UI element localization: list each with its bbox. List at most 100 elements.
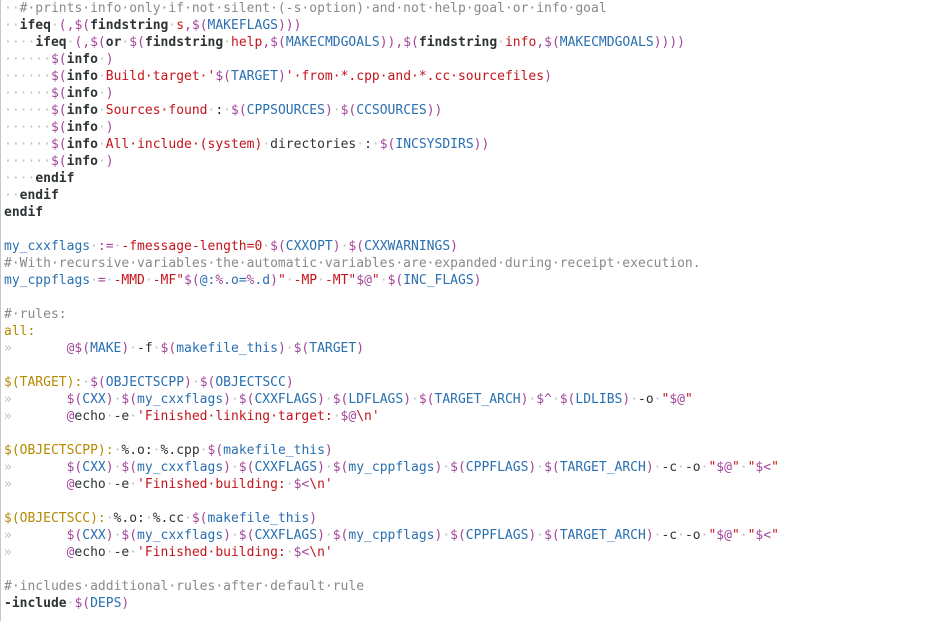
code-line[interactable]: ​	[4, 561, 938, 578]
variable-delimiter: %	[215, 273, 224, 288]
code-line[interactable]: $(TARGET):·$(OBJECTSCPP)·$(OBJECTSCC)	[4, 374, 938, 391]
code-line[interactable]: » @echo·-e·'Finished·linking·target:·$@\n…	[4, 408, 938, 425]
whitespace-marker: ··	[4, 1, 20, 16]
code-line[interactable]: #·includes·additional·rules·after·defaul…	[4, 578, 938, 595]
variable-name: INCSYSDIRS	[395, 137, 474, 152]
whitespace-marker: ·	[285, 477, 294, 492]
variable-delimiter: $(	[121, 528, 138, 543]
code-line[interactable]: ······$(info·)	[4, 119, 938, 136]
code-line[interactable]: ····ifeq·(,$(or·$(findstring·help,$(MAKE…	[4, 34, 938, 51]
code-line[interactable]: ······$(info·Build·target·'$(TARGET)'·fr…	[4, 68, 938, 85]
rule-target: $(TARGET):	[4, 375, 83, 390]
variable-name: CXX	[82, 460, 106, 475]
code-line[interactable]: endif	[4, 204, 938, 221]
function-name: info	[66, 103, 98, 118]
variable-delimiter: )	[105, 120, 114, 135]
code-line[interactable]: $(OBJECTSCC):·%.o:·%.cc·$(makefile_this)	[4, 510, 938, 527]
variable-delimiter: $(	[121, 460, 138, 475]
whitespace-marker: ······	[4, 86, 51, 101]
variable-delimiter: $(	[215, 69, 231, 84]
code-line[interactable]: ······$(info·All·include·(system)·direct…	[4, 136, 938, 153]
variable-delimiter: ,$(	[262, 35, 286, 50]
code-line[interactable]: my_cppflags·=·-MMD·-MF"$(@:%.o=%.d)"·-MP…	[4, 272, 938, 289]
code-line[interactable]: $(OBJECTSCPP):·%.o:·%.cpp·$(makefile_thi…	[4, 442, 938, 459]
variable-delimiter: $<	[755, 460, 772, 475]
whitespace-marker: ·	[97, 52, 106, 67]
string-literal: All·include·(system)	[105, 137, 263, 152]
code-line[interactable]: ​	[4, 493, 938, 510]
code-line[interactable]: -include·$(DEPS)	[4, 595, 938, 612]
string-literal: \n'	[309, 545, 333, 560]
code-editor[interactable]: ··#·prints·info·only·if·not·silent·(-s·o…	[0, 0, 938, 621]
assignment-operator: :=	[97, 239, 114, 254]
tab-marker-icon: »	[4, 528, 12, 543]
code-line[interactable]: » @echo·-e·'Finished·building:·$<\n'	[4, 544, 938, 561]
code-line[interactable]: #·With·recursive·variables·the·automatic…	[4, 255, 938, 272]
variable-delimiter: $(	[544, 528, 560, 543]
function-name: findstring	[418, 35, 498, 50]
variable-delimiter: )	[622, 392, 631, 407]
variable-delimiter: $(	[332, 460, 349, 475]
whitespace-marker: ·	[332, 103, 341, 118]
variable-delimiter: $@	[669, 392, 685, 407]
code-line[interactable]: ​	[4, 425, 938, 442]
code-line[interactable]: ··endif	[4, 187, 938, 204]
code-line[interactable]: » $(CXX)·$(my_cxxflags)·$(CXXFLAGS)·$(my_…	[4, 459, 938, 476]
variable-delimiter: )	[356, 341, 365, 356]
code-line[interactable]: ​	[4, 357, 938, 374]
whitespace-marker: ·	[285, 341, 294, 356]
code-line[interactable]: ··ifeq·(,$(findstring·s,$(MAKEFLAGS)))	[4, 17, 938, 34]
whitespace-marker: ·	[630, 392, 639, 407]
string-literal: \n'	[356, 409, 380, 424]
whitespace-marker: ·	[442, 460, 451, 475]
code-line[interactable]: ····endif	[4, 170, 938, 187]
plain-text: -f	[137, 341, 153, 356]
variable-delimiter: $(	[129, 35, 145, 50]
code-line[interactable]: ​	[4, 289, 938, 306]
string-literal: '·from·*.cpp·and·*.cc·sourcefiles	[285, 69, 545, 84]
variable-name: CPPFLAGS	[465, 528, 529, 543]
variable-name: CPPSOURCES	[246, 103, 325, 118]
code-line[interactable]: ······$(info·Sources·found·:·$(CPPSOURCE…	[4, 102, 938, 119]
code-line[interactable]: all:	[4, 323, 938, 340]
whitespace-marker: ·	[90, 273, 98, 288]
variable-delimiter: $(	[207, 443, 224, 458]
code-line[interactable]: my_cxxflags·:=·-fmessage-length=0·$(CXXO…	[4, 238, 938, 255]
variable-delimiter: $(	[90, 375, 106, 390]
whitespace-marker: ·	[324, 392, 333, 407]
plain-text: :	[215, 103, 224, 118]
variable-delimiter: )	[105, 460, 114, 475]
whitespace-marker: ·	[97, 137, 106, 152]
variable-delimiter: ,$(	[184, 18, 208, 33]
whitespace-marker: ·	[129, 341, 138, 356]
code-line[interactable]: ··#·prints·info·only·if·not·silent·(-s·o…	[4, 0, 938, 17]
code-line[interactable]: ​	[4, 221, 938, 238]
function-name: info	[66, 137, 98, 152]
whitespace-marker: ·	[144, 511, 153, 526]
variable-delimiter: ))	[426, 103, 443, 118]
code-line[interactable]: » $(CXX)·$(my_cxxflags)·$(CXXFLAGS)·$(LDF…	[4, 391, 938, 408]
whitespace-marker: ·	[356, 137, 365, 152]
tab-marker-icon: »	[4, 392, 12, 407]
variable-name: my_cxxflags	[137, 528, 224, 543]
string-literal: -MMD	[113, 273, 145, 288]
whitespace-marker: ·	[97, 69, 106, 84]
variable-delimiter: $(	[50, 52, 67, 67]
rule-target: $(OBJECTSCC):	[4, 511, 106, 526]
whitespace-marker: ·	[262, 137, 271, 152]
code-line[interactable]: » @echo·-e·'Finished·building:·$<\n'	[4, 476, 938, 493]
variable-delimiter: $(	[559, 392, 576, 407]
code-line[interactable]: ······$(info·)	[4, 85, 938, 102]
code-line[interactable]: » $(CXX)·$(my_cxxflags)·$(CXXFLAGS)·$(my_…	[4, 527, 938, 544]
variable-name: my_cppflags	[348, 528, 435, 543]
variable-name: my_cppflags	[348, 460, 435, 475]
function-name: or	[105, 35, 122, 50]
code-line[interactable]: ······$(info·)	[4, 153, 938, 170]
code-line[interactable]: #·rules:	[4, 306, 938, 323]
variable-name: OBJECTSCC	[215, 375, 286, 390]
variable-delimiter: $(	[74, 596, 91, 611]
code-line[interactable]: ······$(info·)	[4, 51, 938, 68]
variable-delimiter: $(	[379, 137, 396, 152]
code-line[interactable]: » @$(MAKE)·-f·$(makefile_this)·$(TARGET)	[4, 340, 938, 357]
variable-name: CXXOPT	[285, 239, 333, 254]
